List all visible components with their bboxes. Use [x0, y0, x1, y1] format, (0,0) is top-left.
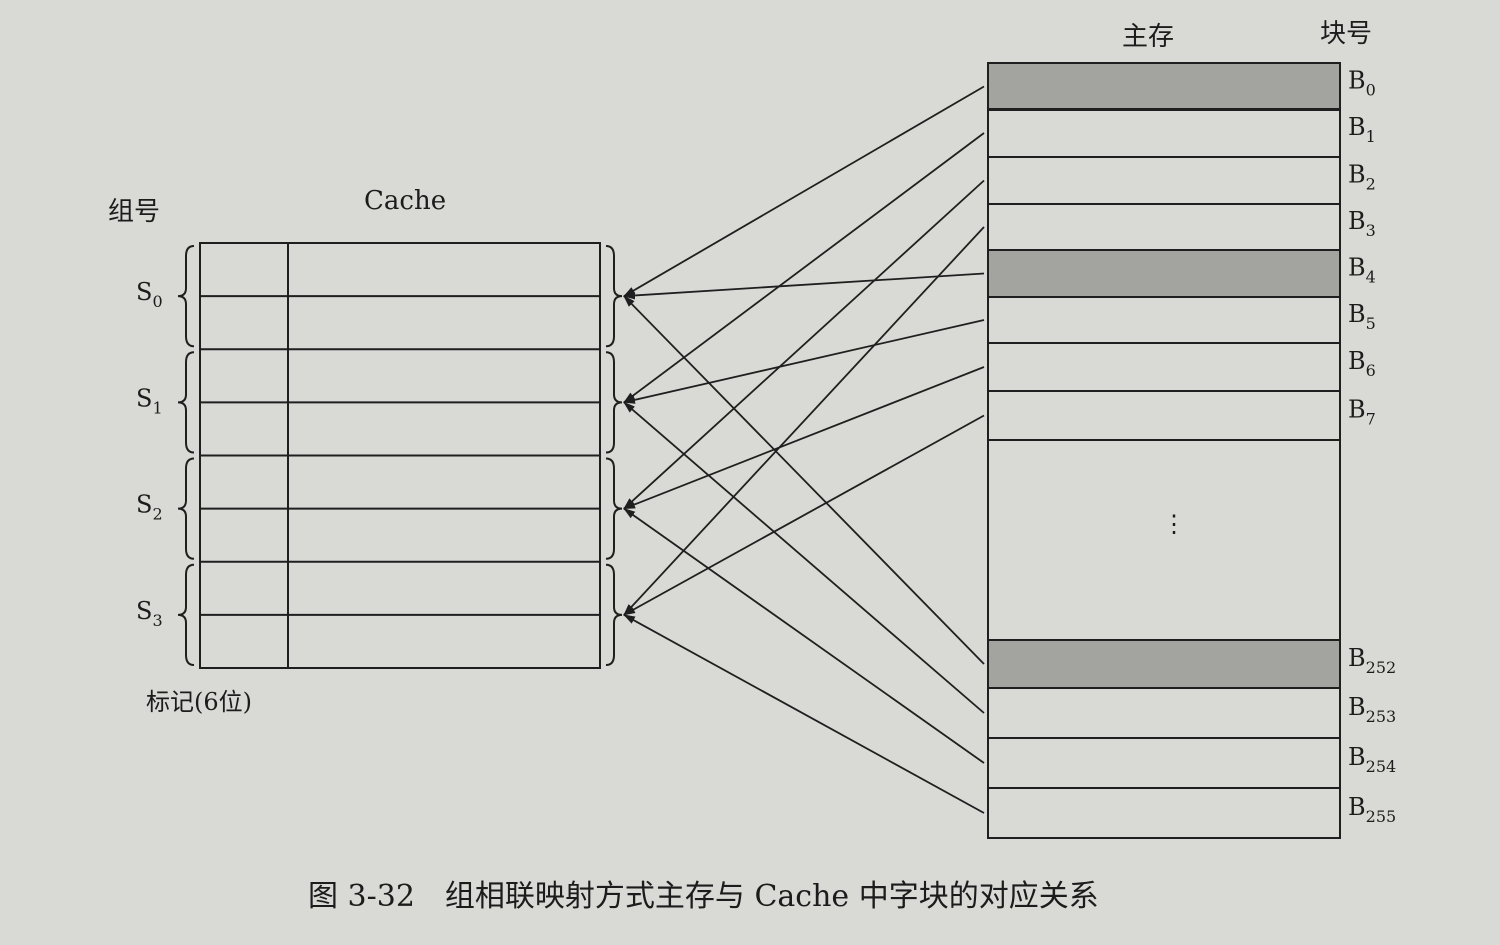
mapping-arrow: [623, 179, 985, 510]
mapping-arrow: [623, 295, 985, 665]
block-label: B252: [1348, 644, 1396, 677]
memory-ellipsis: ⋮: [1162, 510, 1186, 538]
cache-header: Cache: [364, 186, 446, 216]
mapping-arrow: [623, 366, 985, 510]
block-label: B0: [1348, 67, 1376, 100]
block-label: B2: [1348, 161, 1376, 194]
mapping-arrow: [623, 507, 985, 764]
set-label: S0: [136, 278, 163, 311]
mapping-arrow: [623, 85, 985, 297]
set-brace-left: [177, 457, 195, 560]
main-memory-column: [987, 62, 1341, 839]
memory-block: [987, 342, 1341, 392]
tag-label: 标记(6位): [146, 688, 252, 716]
figure: 组号 Cache 主存 块号 标记(6位) S0 S1 S2 S3 B0 B1 B2 B3 B…: [0, 0, 1500, 945]
set-brace-left: [177, 245, 195, 348]
block-label: B7: [1348, 396, 1376, 429]
memory-block: [987, 108, 1341, 158]
set-brace-right: [605, 457, 623, 560]
memory-block-shaded: [987, 62, 1341, 111]
memory-block-shaded: [987, 639, 1341, 689]
block-label: B253: [1348, 693, 1396, 726]
memory-block: [987, 203, 1341, 251]
mapping-arrow: [623, 414, 985, 616]
memory-outline: [987, 62, 1341, 839]
block-label: B1: [1348, 113, 1376, 146]
block-label: B255: [1348, 793, 1396, 826]
figure-caption: 图 3-32 组相联映射方式主存与 Cache 中字块的对应关系: [308, 879, 1099, 914]
set-brace-right: [605, 245, 623, 348]
set-labels: S0 S1 S2 S3: [136, 278, 163, 630]
mapping-arrows: [623, 85, 985, 814]
block-label: B6: [1348, 347, 1376, 380]
set-label: S2: [136, 491, 163, 524]
set-label: S1: [136, 384, 163, 417]
memory-block: [987, 787, 1341, 839]
block-label: B254: [1348, 743, 1396, 776]
memory-block: [987, 296, 1341, 344]
set-brace-left: [177, 563, 195, 666]
block-number-header: 块号: [1320, 19, 1372, 49]
memory-block-shaded: [987, 249, 1341, 298]
memory-block: [987, 687, 1341, 739]
block-labels: B0 B1 B2 B3 B4 B5 B6 B7 B252 B253 B254 B255: [1348, 67, 1396, 827]
set-brace-right: [605, 351, 623, 454]
set-label: S3: [136, 597, 163, 630]
block-label: B4: [1348, 254, 1376, 287]
set-associative-mapping-diagram: 组号 Cache 主存 块号 标记(6位) S0S1S2S3 B0B1B2B3B…: [108, 19, 1396, 914]
cache-table: [199, 242, 601, 669]
memory-block: [987, 390, 1341, 441]
mapping-arrow: [623, 614, 985, 814]
set-braces: [177, 245, 195, 666]
block-label: B5: [1348, 300, 1376, 333]
main-memory-header: 主存: [1122, 22, 1174, 52]
memory-block: [987, 737, 1341, 789]
set-brace-right: [605, 563, 623, 666]
memory-block: [987, 156, 1341, 205]
block-label: B3: [1348, 207, 1376, 240]
group-number-header: 组号: [108, 197, 160, 227]
set-arrow-braces: [605, 245, 623, 666]
set-brace-left: [177, 351, 195, 454]
